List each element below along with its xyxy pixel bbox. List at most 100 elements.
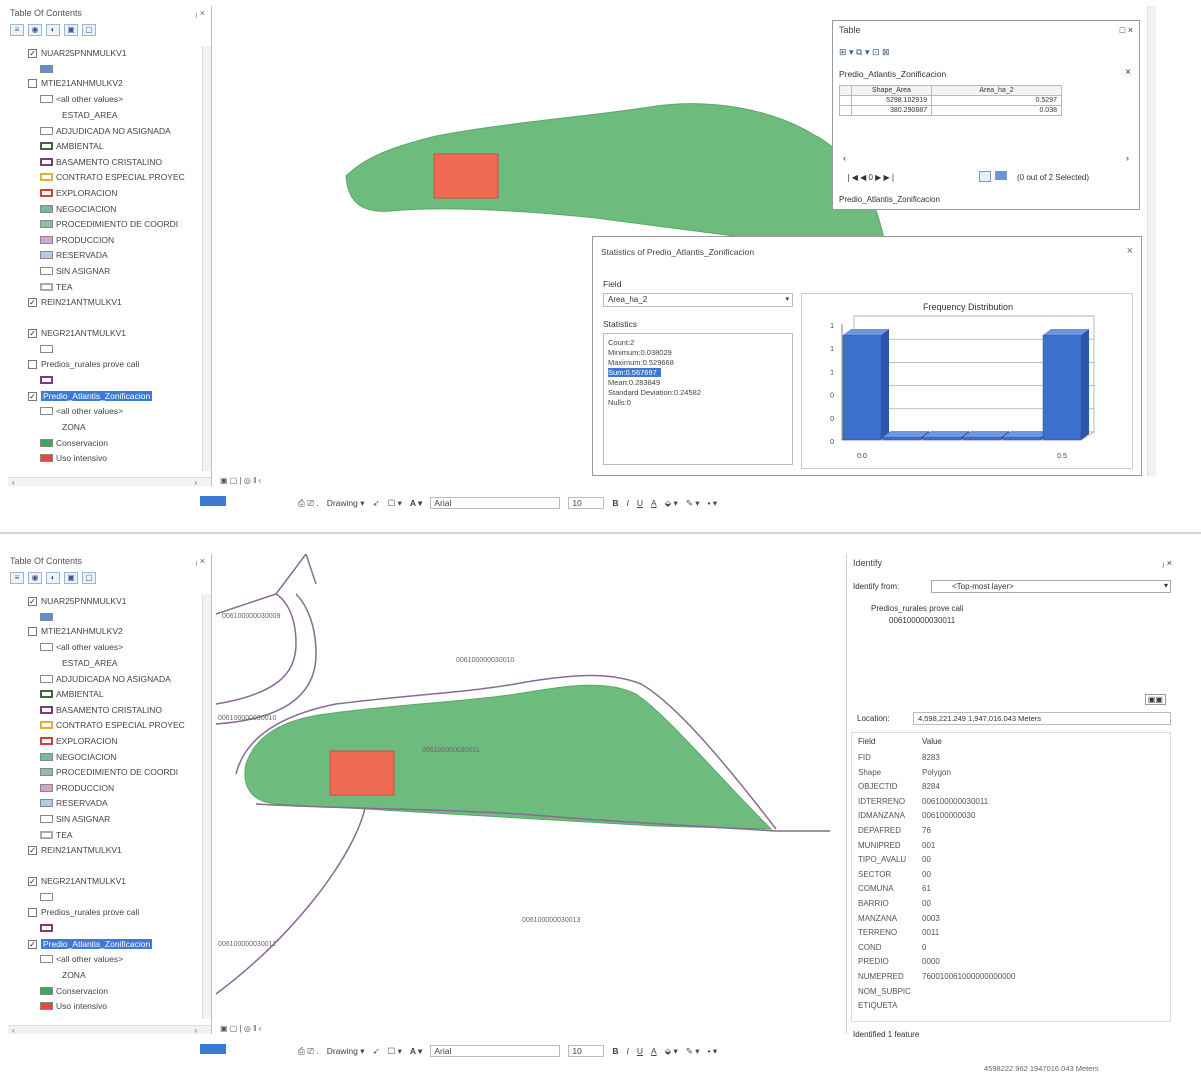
layer-visibility-checkbox[interactable]: ✓: [28, 391, 37, 401]
toc-pin-close-icon[interactable]: ⱼ ×: [196, 8, 205, 19]
toc-layer[interactable]: ✓ Predio_Atlantis_Zonificacion: [28, 389, 153, 403]
line-color-icon[interactable]: ✎ ▾: [686, 1046, 700, 1057]
font-size-box[interactable]: 10: [568, 1045, 605, 1057]
attribute-grid[interactable]: Shape_Area Area_ha_2 5298.102919 0.5297 …: [839, 85, 1062, 116]
layer-visibility-checkbox[interactable]: ✓: [28, 328, 37, 338]
table-toolbar[interactable]: ⊞ ▾ ⧉ ▾ ⊡ ⊠: [839, 47, 890, 58]
font-name-box[interactable]: Arial: [430, 497, 561, 509]
map-view-buttons[interactable]: ▣ ▢ | ◎ ‖ ‹: [220, 1024, 261, 1033]
table-tab-close-icon[interactable]: ×: [1125, 67, 1131, 78]
list-by-selection-icon[interactable]: ▣: [64, 572, 78, 584]
identify-field-row[interactable]: ETIQUETA: [858, 1001, 897, 1010]
toggle-panel-icon[interactable]: ▣▣: [1144, 694, 1166, 705]
marker-color-icon[interactable]: • ▾: [708, 498, 718, 509]
map-view[interactable]: 006100000030009 006100000030010 00610000…: [216, 554, 830, 1024]
show-selected-records-icon[interactable]: [995, 171, 1007, 180]
italic-button[interactable]: I: [626, 498, 628, 508]
map-scrollbar[interactable]: [1147, 6, 1156, 476]
map-view-buttons[interactable]: ▣ ▢ | ◎ ‖ ‹: [220, 476, 261, 485]
toc-layer[interactable]: MTIE21ANHMULKV2: [28, 624, 123, 638]
column-header-area-ha-2[interactable]: Area_ha_2: [931, 85, 1062, 96]
toc-layer[interactable]: ✓ REIN21ANTMULKV1: [28, 295, 122, 309]
map-canvas[interactable]: 006100000030009 006100000030010 00610000…: [216, 554, 830, 1024]
identify-field-row[interactable]: Shape Polygon: [858, 768, 951, 777]
identify-field-row[interactable]: FID 8283: [858, 753, 940, 762]
rectangle-icon[interactable]: ☐ ▾: [388, 498, 402, 509]
options-icon[interactable]: ▢: [82, 572, 96, 584]
record-navigator[interactable]: ❘◀ ◀ 0 ▶ ▶❘: [845, 173, 896, 182]
identify-field-row[interactable]: TIPO_AVALU 00: [858, 855, 931, 864]
identify-field-row[interactable]: IDTERRENO 006100000030011: [858, 797, 988, 806]
toc-layer[interactable]: ✓ Predio_Atlantis_Zonificacion: [28, 937, 153, 951]
layer-visibility-checkbox[interactable]: ✓: [28, 297, 37, 307]
layer-visibility-checkbox[interactable]: ✓: [28, 876, 37, 886]
rectangle-icon[interactable]: ☐ ▾: [388, 1046, 402, 1057]
font-color-button[interactable]: A: [651, 1046, 657, 1056]
fill-color-icon[interactable]: ⬙ ▾: [665, 498, 678, 509]
identify-field-row[interactable]: COND 0: [858, 943, 926, 952]
bold-button[interactable]: B: [612, 1046, 618, 1056]
identify-field-row[interactable]: TERRENO 0011: [858, 928, 939, 937]
toc-layer[interactable]: ✓ NEGR21ANTMULKV1: [28, 326, 126, 340]
identify-pin-close-icon[interactable]: ⱼ ×: [1163, 558, 1172, 569]
identify-field-row[interactable]: NUMEPRED 760010061000000000000: [858, 972, 1015, 981]
statistics-close-icon[interactable]: ×: [1127, 245, 1133, 257]
table-row[interactable]: 5298.102919 0.5297: [839, 95, 1062, 106]
identify-tree-layer[interactable]: Predios_rurales prove cali: [871, 604, 964, 613]
layout-icons[interactable]: ⎙ ⎚ .: [298, 1046, 319, 1057]
toc-layer[interactable]: Predios_rurales prove cali: [28, 905, 139, 919]
italic-button[interactable]: I: [626, 1046, 628, 1056]
options-icon[interactable]: ▢: [82, 24, 96, 36]
location-value-box[interactable]: 4,598,221.249 1,947,016.043 Meters: [913, 712, 1171, 725]
toc-layer[interactable]: Predios_rurales prove cali: [28, 357, 139, 371]
font-color-button[interactable]: A: [651, 498, 657, 508]
layer-visibility-checkbox[interactable]: ✓: [28, 48, 37, 58]
field-dropdown[interactable]: Area_ha_2 ▾: [603, 293, 793, 307]
toc-h-scrollbar[interactable]: ‹ ›: [8, 1025, 211, 1035]
identify-from-dropdown[interactable]: <Top-most layer> ▾: [931, 580, 1171, 593]
select-elements-icon[interactable]: ➶: [373, 1046, 380, 1057]
show-all-records-icon[interactable]: [979, 171, 991, 182]
toc-layer[interactable]: ✓ NUAR25PNNMULKV1: [28, 46, 127, 60]
table-row[interactable]: 380.290887 0.038: [839, 105, 1062, 116]
list-by-source-icon[interactable]: ◉: [28, 24, 42, 36]
text-icon[interactable]: A ▾: [410, 498, 422, 509]
marker-color-icon[interactable]: • ▾: [708, 1046, 718, 1057]
line-color-icon[interactable]: ✎ ▾: [686, 498, 700, 509]
list-by-visibility-icon[interactable]: ◐: [46, 572, 60, 584]
toc-h-scrollbar[interactable]: ‹ ›: [8, 477, 211, 487]
text-icon[interactable]: A ▾: [410, 1046, 422, 1057]
identify-field-row[interactable]: PREDIO 0000: [858, 957, 940, 966]
toc-scrollbar[interactable]: [202, 46, 211, 471]
list-by-selection-icon[interactable]: ▣: [64, 24, 78, 36]
drawing-menu[interactable]: Drawing ▾: [327, 1046, 365, 1057]
identify-field-row[interactable]: OBJECTID 8284: [858, 782, 940, 791]
toc-layer[interactable]: ✓ REIN21ANTMULKV1: [28, 843, 122, 857]
toc-layer[interactable]: ✓ NUAR25PNNMULKV1: [28, 594, 127, 608]
identify-field-row[interactable]: DEPAFRED 76: [858, 826, 931, 835]
layer-visibility-checkbox[interactable]: ✓: [28, 596, 37, 606]
identify-field-row[interactable]: NOM_SUBPIC: [858, 987, 911, 996]
select-elements-icon[interactable]: ➶: [373, 498, 380, 509]
identify-field-row[interactable]: SECTOR 00: [858, 870, 931, 879]
layer-visibility-checkbox[interactable]: ✓: [28, 939, 37, 949]
grid-scroll-left-icon[interactable]: ‹: [843, 153, 846, 163]
list-by-visibility-icon[interactable]: ◐: [46, 24, 60, 36]
layer-visibility-checkbox[interactable]: [28, 78, 37, 88]
column-header-shape-area[interactable]: Shape_Area: [851, 85, 932, 96]
identify-field-row[interactable]: BARRIO 00: [858, 899, 931, 908]
identify-field-row[interactable]: MANZANA 0003: [858, 914, 940, 923]
layer-visibility-checkbox[interactable]: [28, 626, 37, 636]
bold-button[interactable]: B: [612, 498, 618, 508]
fill-color-icon[interactable]: ⬙ ▾: [665, 1046, 678, 1057]
list-by-drawing-order-icon[interactable]: ≡: [10, 24, 24, 36]
identify-field-row[interactable]: MUNIPRED 001: [858, 841, 935, 850]
font-name-box[interactable]: Arial: [430, 1045, 561, 1057]
layer-visibility-checkbox[interactable]: [28, 907, 37, 917]
toc-pin-close-icon[interactable]: ⱼ ×: [196, 556, 205, 567]
toc-layer[interactable]: MTIE21ANHMULKV2: [28, 76, 123, 90]
layer-visibility-checkbox[interactable]: [28, 359, 37, 369]
toc-layer[interactable]: ✓ NEGR21ANTMULKV1: [28, 874, 126, 888]
toc-scrollbar[interactable]: [202, 594, 211, 1019]
grid-scroll-right-icon[interactable]: ›: [1126, 153, 1129, 163]
